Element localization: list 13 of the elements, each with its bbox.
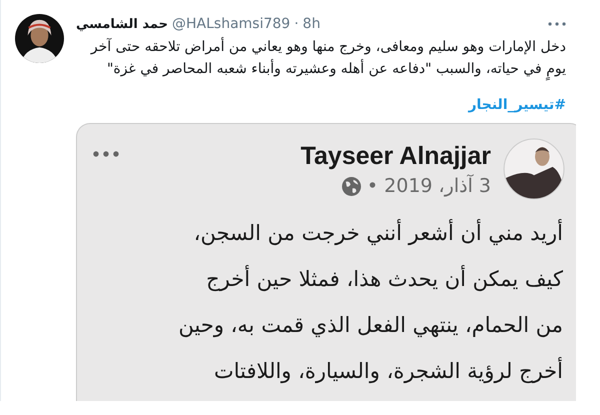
- post-text: أريد مني أن أشعر أنني خرجت من السجن، كيف يمكن أن يحدث هذا، فمثلا حين أخرج من الحمام، ينتهي الفعل الذي قمت به، وحين أخرج لرؤية الشجرة، والسيارة، واللافتات: [178, 218, 564, 386]
- separator-dot: ·: [294, 16, 299, 32]
- separator-dot: •: [366, 175, 378, 197]
- globe-icon: [342, 176, 361, 196]
- hashtag-link[interactable]: #تيسير_النجار: [468, 97, 566, 113]
- more-options-icon[interactable]: [548, 22, 566, 26]
- tweet-text: دخل الإمارات وهو سليم ومعافى، وخرج منها وهو يعاني من أمراض تلاحقه حتى آخر يومٍ في حياته، والسبب "دفاعه عن أهله وعشيرته وأبناء شعبه المحاصر في غزة": [76, 36, 566, 80]
- post-author-name: Tayseer Alnajjar: [300, 142, 491, 171]
- author-handle[interactable]: @HALshamsi789: [172, 16, 290, 32]
- tweet-time[interactable]: 8h: [302, 16, 320, 32]
- author-name[interactable]: حمد الشامسي: [76, 16, 168, 32]
- post-date: 3 آذار، 2019: [384, 175, 491, 197]
- more-options-icon: [93, 151, 119, 157]
